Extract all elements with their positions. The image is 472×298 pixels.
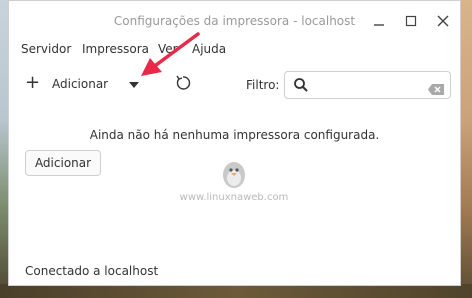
menu-impressora[interactable]: Impressora	[82, 42, 149, 56]
window-title: Configurações da impressora - localhost	[113, 14, 356, 28]
maximize-icon[interactable]	[403, 13, 419, 29]
empty-state-message: Ainda não há nenhuma impressora configur…	[89, 128, 380, 142]
desktop-background-left	[0, 0, 8, 298]
clear-icon[interactable]	[428, 80, 444, 95]
menu-bar: Servidor Impressora Ver Ajuda	[9, 41, 460, 59]
title-bar[interactable]: Configurações da impressora - localhost	[9, 1, 460, 41]
toolbar: + Adicionar Filtro:	[9, 67, 460, 103]
refresh-icon[interactable]	[173, 73, 193, 98]
filter-input[interactable]	[284, 71, 451, 99]
tux-logo-icon	[223, 162, 245, 188]
close-icon[interactable]	[435, 13, 451, 29]
menu-servidor[interactable]: Servidor	[21, 42, 71, 56]
printer-settings-window: Configurações da impressora - localhost …	[8, 0, 461, 286]
desktop-background-bottom	[0, 284, 472, 298]
status-text: Conectado a localhost	[25, 264, 159, 278]
desktop-background-right	[460, 0, 472, 298]
add-printer-main-button[interactable]: Adicionar	[25, 150, 101, 176]
minimize-icon[interactable]	[371, 13, 387, 29]
menu-ver[interactable]: Ver	[158, 42, 178, 56]
search-icon	[293, 77, 309, 93]
filter-label: Filtro:	[246, 78, 280, 92]
plus-icon[interactable]: +	[25, 74, 40, 92]
watermark-text: www.linuxnaweb.com	[179, 192, 289, 203]
watermark: www.linuxnaweb.com	[179, 161, 289, 211]
menu-ajuda[interactable]: Ajuda	[192, 42, 226, 56]
add-printer-button[interactable]: Adicionar	[52, 77, 108, 91]
caret-down-icon[interactable]	[129, 82, 139, 88]
